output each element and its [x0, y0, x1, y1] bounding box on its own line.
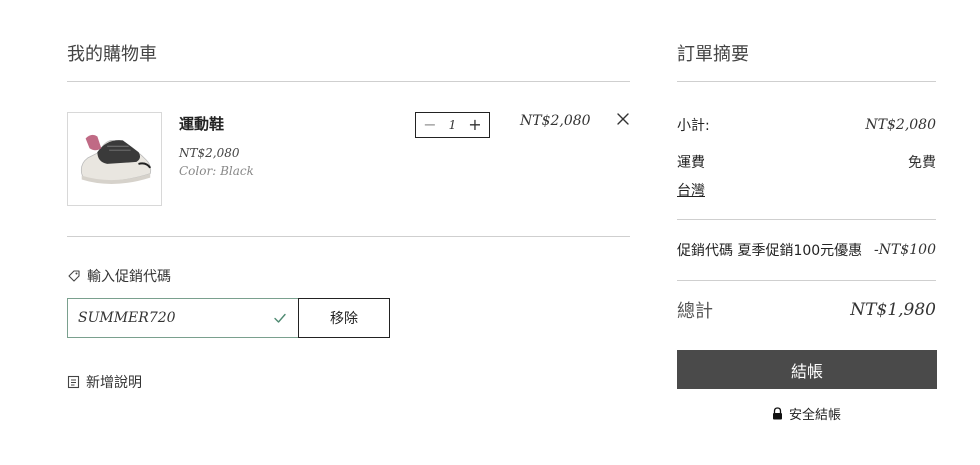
total-label: 總計 — [677, 301, 713, 322]
lock-icon — [773, 407, 782, 420]
promo-code-value: SUMMER720 — [78, 310, 176, 326]
summary-title: 訂單摘要 — [677, 44, 749, 65]
tag-icon — [68, 270, 80, 282]
total-row: 總計 NT$1,980 — [677, 297, 936, 323]
increase-quantity-button[interactable]: + — [468, 117, 482, 133]
total-value: NT$1,980 — [850, 300, 936, 320]
quantity-stepper[interactable]: − 1 + — [415, 112, 490, 138]
note-icon — [67, 375, 80, 389]
remove-item-close-icon[interactable] — [614, 110, 632, 128]
discount-label: 促銷代碼 夏季促銷100元優惠 — [677, 243, 863, 259]
secure-checkout-note: 安全結帳 — [772, 404, 841, 423]
subtotal-row: 小計: NT$2,080 — [677, 115, 936, 135]
cart-divider-bottom — [67, 236, 630, 237]
checkout-button[interactable]: 結帳 — [677, 350, 937, 389]
promo-code-toggle[interactable]: 輸入促銷代碼 — [67, 266, 171, 286]
decrease-quantity-button[interactable]: − — [423, 117, 437, 133]
remove-promo-button[interactable]: 移除 — [298, 298, 390, 338]
subtotal-label: 小計: — [677, 118, 710, 134]
cart-title: 我的購物車 — [67, 44, 157, 65]
product-unit-price: NT$2,080 — [179, 146, 240, 160]
sneaker-image — [80, 134, 152, 185]
summary-divider-1 — [677, 219, 936, 220]
product-name[interactable]: 運動鞋 — [179, 113, 224, 134]
shipping-label: 運費 — [677, 155, 705, 171]
summary-divider-top — [677, 81, 936, 82]
check-icon — [274, 313, 286, 323]
promo-code-field[interactable]: SUMMER720 — [67, 298, 299, 338]
summary-divider-2 — [677, 280, 936, 281]
product-color: Color: Black — [179, 164, 254, 178]
discount-row: 促銷代碼 夏季促銷100元優惠 -NT$100 — [677, 240, 936, 260]
product-image[interactable] — [67, 112, 162, 206]
shipping-region-link[interactable]: 台灣 — [677, 180, 705, 200]
shipping-row: 運費 免費 — [677, 152, 936, 172]
line-total: NT$2,080 — [520, 113, 591, 129]
secure-checkout-label: 安全結帳 — [789, 408, 842, 423]
note-label: 新增說明 — [86, 375, 142, 391]
cart-divider-top — [67, 81, 630, 82]
subtotal-value: NT$2,080 — [865, 117, 936, 133]
add-note-button[interactable]: 新增說明 — [67, 372, 142, 392]
quantity-value: 1 — [448, 118, 457, 132]
shipping-value: 免費 — [908, 155, 936, 171]
discount-value: -NT$100 — [874, 242, 936, 258]
promo-label-text: 輸入促銷代碼 — [87, 269, 171, 285]
